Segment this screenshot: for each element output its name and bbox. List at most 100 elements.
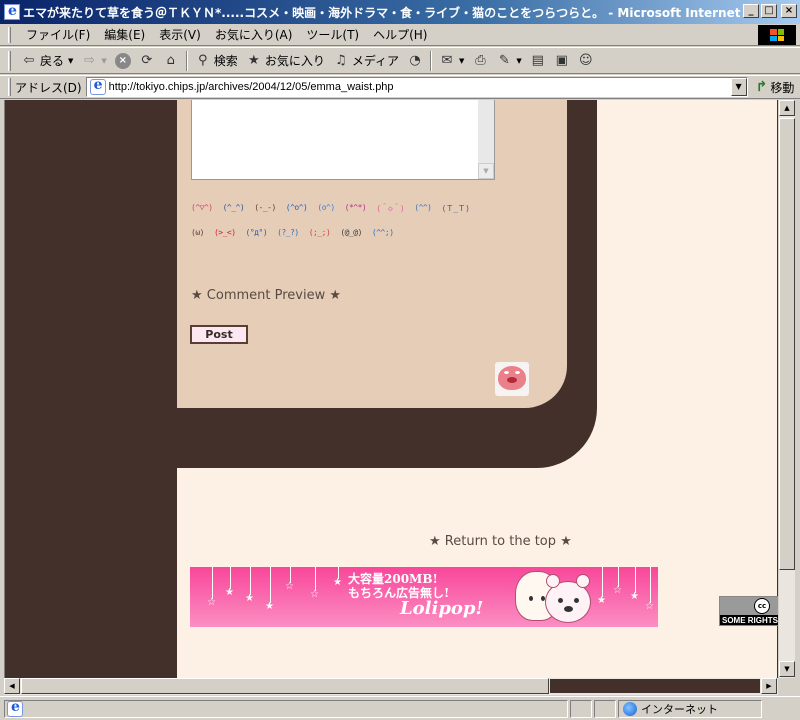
forward-button[interactable]: ⇨ ▼ <box>77 50 110 72</box>
home-button[interactable]: ⌂ <box>159 50 183 72</box>
status-pane <box>570 699 592 718</box>
scroll-up-icon[interactable]: ▲ <box>779 100 795 116</box>
edit-dropdown-icon[interactable]: ▼ <box>516 57 521 65</box>
toolbar-separator <box>430 50 432 71</box>
emoticon-button[interactable]: (＾◇＾) <box>376 203 404 214</box>
menu-tools[interactable]: ツール(T) <box>299 26 366 43</box>
address-label: アドレス(D) <box>15 80 82 95</box>
address-dropdown-icon[interactable]: ▼ <box>730 78 747 96</box>
horizontal-track-content <box>550 679 760 693</box>
print-icon: ⎙ <box>475 53 486 68</box>
address-bar: アドレス(D) http://tokiyo.chips.jp/archives/… <box>0 75 800 99</box>
scroll-down-icon[interactable]: ▼ <box>779 661 795 677</box>
menu-help[interactable]: ヘルプ(H) <box>366 26 434 43</box>
emoticon-button[interactable]: (^_^) <box>223 203 245 214</box>
minimize-button[interactable]: _ <box>743 4 759 18</box>
emoticon-button[interactable]: (^^) <box>414 203 432 214</box>
scroll-left-icon[interactable]: ◀ <box>4 678 20 694</box>
emoticon-row: (ω) (>_<) (°д°) (?_?) (;_;) (@_@) (^^;) <box>191 228 394 237</box>
menu-edit[interactable]: 編集(E) <box>97 26 152 43</box>
search-icon: ⚲ <box>198 53 208 68</box>
refresh-button[interactable]: ⟳ <box>135 50 159 72</box>
emoticon-button[interactable]: (ω) <box>191 228 204 237</box>
windows-logo-icon <box>758 25 796 45</box>
edit-button[interactable]: ✎ ▼ <box>492 50 525 72</box>
media-button[interactable]: ♫ メディア <box>329 50 403 72</box>
textarea-scroll-down-icon[interactable]: ▼ <box>478 163 494 179</box>
vertical-scroll-thumb[interactable] <box>779 118 795 570</box>
comment-textarea[interactable]: ▼ <box>191 100 495 180</box>
history-button[interactable]: ◔ <box>403 50 427 72</box>
comment-panel: ▼ (^▽^) (^_^) (-_-) (^o^) (o^) (*^*) (＾◇… <box>177 100 567 408</box>
mail-dropdown-icon[interactable]: ▼ <box>459 57 464 65</box>
research-button[interactable]: ▣ <box>550 50 574 72</box>
emoticon-button[interactable]: (Ｔ_Ｔ) <box>441 203 469 214</box>
scroll-right-icon[interactable]: ▶ <box>761 678 777 694</box>
status-bar: インターネット <box>0 696 800 720</box>
address-input[interactable]: http://tokiyo.chips.jp/archives/2004/12/… <box>85 77 748 97</box>
media-label: メディア <box>351 54 399 68</box>
favorites-button[interactable]: ★ お気に入り <box>242 50 329 72</box>
emoticon-button[interactable]: (-_-) <box>254 203 276 214</box>
menu-favorites[interactable]: お気に入り(A) <box>208 26 300 43</box>
return-to-top-link[interactable]: ★ Return to the top ★ <box>429 534 572 549</box>
scrollbar-corner <box>778 678 795 695</box>
emoticon-button[interactable]: (?_?) <box>277 228 299 237</box>
back-button[interactable]: ⇦ 戻る ▼ <box>17 50 77 72</box>
emoticon-button[interactable]: (*^*) <box>345 203 367 214</box>
history-icon: ◔ <box>409 53 421 68</box>
maximize-button[interactable]: □ <box>761 4 777 18</box>
cc-icon: cc <box>754 598 770 614</box>
menu-bar: ファイル(F) 編集(E) 表示(V) お気に入り(A) ツール(T) ヘルプ(… <box>0 24 800 46</box>
creative-commons-badge[interactable]: cc SOME RIGHTS RESERVED <box>719 596 778 626</box>
favorites-label: お気に入り <box>264 54 325 68</box>
horizontal-scrollbar[interactable]: ◀ ▶ <box>4 678 778 695</box>
emoticon-button[interactable]: (^^;) <box>372 228 394 237</box>
close-button[interactable]: × <box>781 4 797 18</box>
menu-file[interactable]: ファイル(F) <box>19 26 97 43</box>
mail-button[interactable]: ✉ ▼ <box>435 50 468 72</box>
back-arrow-icon: ⇦ <box>23 53 35 68</box>
emoticon-button[interactable]: (^▽^) <box>191 203 213 214</box>
forward-dropdown-icon[interactable]: ▼ <box>101 57 106 65</box>
emoticon-button[interactable]: (o^) <box>317 203 335 214</box>
media-icon: ♫ <box>335 53 347 68</box>
favorites-icon: ★ <box>247 53 260 68</box>
menu-grip[interactable] <box>8 26 11 43</box>
smiling-face-icon <box>495 362 529 396</box>
globe-icon <box>623 701 637 716</box>
address-url[interactable]: http://tokiyo.chips.jp/archives/2004/12/… <box>109 81 394 93</box>
messenger-button[interactable]: ☺ <box>574 50 598 72</box>
vertical-scrollbar[interactable]: ▲ ▼ <box>778 100 795 678</box>
zone-label: インターネット <box>641 702 718 716</box>
ie-icon[interactable] <box>4 3 20 20</box>
page-viewport: ▼ (^▽^) (^_^) (-_-) (^o^) (o^) (*^*) (＾◇… <box>4 100 778 678</box>
menu-view[interactable]: 表示(V) <box>152 26 208 43</box>
post-button[interactable]: Post <box>190 325 248 344</box>
go-button[interactable]: ↱ 移動 <box>756 79 795 96</box>
lolipop-ad-banner[interactable]: ☆ ★ ★ ★ ☆ ☆ ★ ★ ☆ ★ ☆ 大容量200MB! もちろん広告無し… <box>190 567 658 627</box>
search-button[interactable]: ⚲ 検索 <box>191 50 242 72</box>
emoticon-button[interactable]: (;_;) <box>309 228 331 237</box>
textarea-scrollbar[interactable]: ▼ <box>478 100 494 179</box>
comment-preview-heading: ★ Comment Preview ★ <box>191 288 342 303</box>
toolbar-grip[interactable] <box>8 50 11 71</box>
refresh-icon: ⟳ <box>141 53 153 68</box>
address-grip[interactable] <box>8 78 11 96</box>
back-dropdown-icon[interactable]: ▼ <box>68 57 73 65</box>
print-button[interactable]: ⎙ <box>468 50 492 72</box>
horizontal-scroll-thumb[interactable] <box>21 678 549 694</box>
security-zone[interactable]: インターネット <box>618 699 762 718</box>
emoticon-button[interactable]: (@_@) <box>340 228 362 237</box>
go-arrow-icon: ↱ <box>755 79 768 95</box>
discuss-button[interactable]: ▤ <box>526 50 550 72</box>
emoticon-button[interactable]: (^o^) <box>286 203 308 214</box>
edit-icon: ✎ <box>498 53 510 68</box>
stop-button[interactable]: × <box>111 50 135 72</box>
emoticon-button[interactable]: (>_<) <box>214 228 236 237</box>
toolbar: ⇦ 戻る ▼ ⇨ ▼ × ⟳ ⌂ ⚲ 検索 ★ お気に入り ♫ メディア ◔ ✉… <box>0 47 800 74</box>
emoticon-button[interactable]: (°д°) <box>246 228 268 237</box>
bear-illustration <box>545 574 591 623</box>
research-icon: ▣ <box>555 53 568 68</box>
cc-badge-text: SOME RIGHTS RESERVED <box>722 616 778 625</box>
